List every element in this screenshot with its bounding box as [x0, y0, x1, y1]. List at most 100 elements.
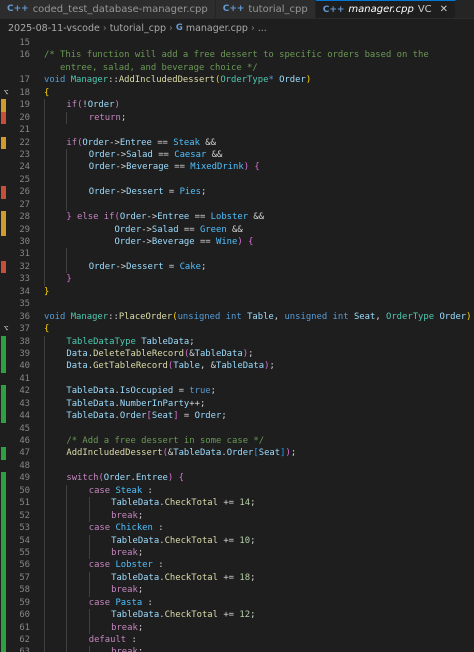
token: Table	[247, 311, 274, 322]
line-number: 51	[19, 498, 30, 509]
code-line[interactable]: 33 }	[0, 273, 474, 286]
git-added-marker	[1, 397, 6, 411]
line-number: 53	[19, 523, 30, 534]
code-line[interactable]: 55 break;	[0, 546, 474, 560]
code-line[interactable]: 32 Order->Dessert = Cake;	[0, 260, 474, 274]
code-line[interactable]: 30 Order->Beverage == Wine) {	[0, 236, 474, 249]
token: ->	[141, 237, 152, 247]
line-number: 23	[19, 149, 30, 160]
token: TableData	[141, 336, 190, 347]
code-line[interactable]: 56 case Lobster :	[0, 559, 474, 572]
breadcrumb-item[interactable]: ...	[258, 23, 267, 34]
code-line[interactable]: 16 /* This function will add a free desse…	[0, 49, 474, 61]
code-line[interactable]: 20 return;	[0, 111, 474, 125]
tab-label: tutorial_cpp	[248, 3, 308, 15]
token: ;	[250, 498, 256, 509]
token: Entree	[157, 212, 190, 223]
code-line[interactable]: 19 if(!Order)	[0, 99, 474, 112]
code-line[interactable]: 22 if(Order->Entree == Steak &&	[0, 136, 474, 149]
code-line[interactable]: 41	[0, 372, 474, 386]
code-line[interactable]: 48	[0, 459, 474, 473]
code-line[interactable]: 40 Data.GetTableRecord(Table, &TableData…	[0, 360, 474, 373]
token: Steak	[115, 485, 143, 496]
tab-suffix: VC	[417, 4, 432, 15]
code-line[interactable]: 35	[0, 298, 474, 310]
git-added-marker	[1, 335, 6, 348]
code-line[interactable]: 45	[0, 422, 474, 435]
breadcrumb-item[interactable]: tutorial_cpp	[110, 23, 166, 34]
code-editor[interactable]: 15 16 /* This function will add a free des…	[0, 37, 474, 652]
tab-3[interactable]: C++ manager.cpp VC ✕	[315, 0, 457, 18]
code-line[interactable]: 17 void Manager::AddIncludedDessert(Order…	[0, 74, 474, 86]
code-line[interactable]: entree, salad, and beverage choice */	[0, 62, 474, 74]
code-line[interactable]: 15	[0, 37, 474, 49]
code-line[interactable]: ⌥ 18{	[0, 87, 474, 99]
token: GetTableRecord	[93, 361, 168, 372]
code-line[interactable]: 49 switch(Order.Entree) {	[0, 472, 474, 485]
code-line[interactable]: 25	[0, 173, 474, 187]
code-line[interactable]: 23 Order->Salad == Caesar &&	[0, 148, 474, 162]
code-line[interactable]: 44 TableData.Order[Seat] = Order;	[0, 410, 474, 423]
code-text: TableData.CheckTotal += 18;	[44, 571, 255, 585]
code-line[interactable]: 46 /* Add a free dessert in some case */	[0, 435, 474, 448]
code-line[interactable]: 31	[0, 248, 474, 261]
close-icon[interactable]: ✕	[440, 4, 448, 15]
code-text: void Manager::AddIncludedDessert(OrderTy…	[44, 74, 311, 86]
code-line[interactable]: 58 break;	[0, 584, 474, 597]
breadcrumb: 2025-08-11-vscode › tutorial_cpp › Gmanager.…	[0, 19, 474, 37]
code-line[interactable]: 54 TableData.CheckTotal += 10;	[0, 534, 474, 547]
line-number: 59	[19, 597, 30, 608]
token: Order	[88, 261, 116, 272]
code-line[interactable]: 34}	[0, 286, 474, 298]
code-line[interactable]: ⌥ 37{	[0, 323, 474, 335]
code-line[interactable]: 38 TableDataType TableData;	[0, 335, 474, 348]
code-line[interactable]: 53 case Chicken :	[0, 522, 474, 535]
line-number: 40	[19, 361, 30, 372]
token: {	[248, 237, 254, 247]
token: , &	[199, 361, 216, 372]
code-line[interactable]: 43 TableData.NumberInParty++;	[0, 397, 474, 411]
code-line[interactable]: 26 Order->Dessert = Pies;	[0, 186, 474, 199]
code-line[interactable]: 36 void Manager::PlaceOrder(unsigned int …	[0, 311, 474, 323]
line-number: 36	[19, 311, 30, 322]
breadcrumb-item[interactable]: 2025-08-11-vscode	[8, 23, 100, 34]
token: Order	[88, 187, 116, 198]
code-line[interactable]: 39 Data.DeleteTableRecord(&TableData);	[0, 347, 474, 361]
token: +=	[218, 572, 240, 583]
code-line[interactable]: 47 AddIncludedDessert(&TableData.Order[S…	[0, 447, 474, 460]
code-line[interactable]: 21	[0, 124, 474, 137]
code-line[interactable]: 28 } else if(Order->Entree == Lobster &&	[0, 211, 474, 224]
token: ::	[108, 311, 119, 322]
code-line[interactable]: 59 case Pasta :	[0, 596, 474, 610]
code-line[interactable]: 27	[0, 198, 474, 212]
token: +=	[218, 535, 240, 546]
code-line[interactable]: 42 TableData.IsOccupied = true;	[0, 385, 474, 398]
code-line[interactable]: 62 default :	[0, 634, 474, 647]
token: =	[178, 411, 195, 422]
token: ;	[290, 448, 297, 459]
token: switch	[66, 473, 99, 484]
code-line[interactable]: 24 Order->Beverage == MixedDrink) {	[0, 161, 474, 174]
token: break	[111, 547, 138, 558]
code-line[interactable]: 60 TableData.CheckTotal += 12;	[0, 609, 474, 622]
code-line[interactable]: 51 TableData.CheckTotal += 14;	[0, 497, 474, 510]
code-text: Order->Salad == Green &&	[44, 223, 243, 236]
code-line[interactable]: 29 Order->Salad == Green &&	[0, 223, 474, 236]
line-number: 56	[19, 560, 30, 571]
tab-2[interactable]: C++ tutorial_cpp	[215, 0, 316, 18]
code-line[interactable]: 63 break;	[0, 646, 474, 652]
code-line[interactable]: 52 break;	[0, 509, 474, 523]
code-line[interactable]: 61 break;	[0, 621, 474, 634]
code-line[interactable]: 50 case Steak :	[0, 484, 474, 498]
breadcrumb-item[interactable]: manager.cpp	[186, 23, 248, 34]
tab-1[interactable]: C++ coded_test_database-manager.cpp	[0, 0, 216, 18]
code-line[interactable]: 57 TableData.CheckTotal += 18;	[0, 571, 474, 585]
token: ;	[210, 386, 216, 397]
token: unsigned int	[177, 311, 248, 322]
